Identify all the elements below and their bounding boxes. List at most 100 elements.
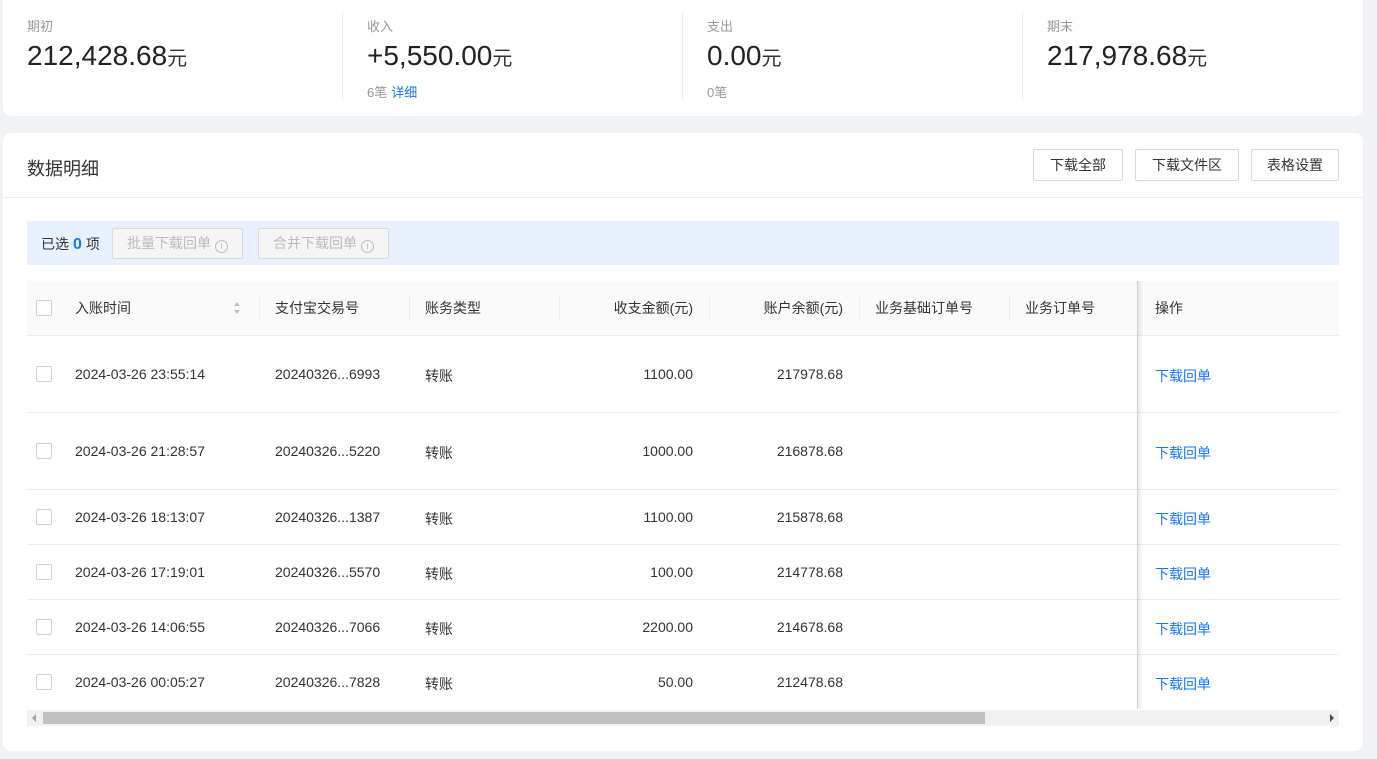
cell-time: 2024-03-26 18:13:07 bbox=[75, 509, 205, 525]
stat-unit: 元 bbox=[167, 48, 188, 70]
row-checkbox[interactable] bbox=[36, 366, 52, 382]
sort-icon[interactable] bbox=[233, 301, 241, 315]
download-receipt-link[interactable]: 下载回单 bbox=[1155, 443, 1211, 463]
stat-amount: 212,428.68 bbox=[27, 40, 168, 71]
download-receipt-link[interactable]: 下载回单 bbox=[1155, 674, 1211, 694]
stat-income: 收入 +5,550.00元 6笔 详细 bbox=[343, 0, 683, 116]
row-checkbox[interactable] bbox=[36, 509, 52, 525]
income-detail-link[interactable]: 详细 bbox=[391, 85, 417, 100]
stat-expense: 支出 0.00元 0笔 bbox=[683, 0, 1023, 116]
column-separator bbox=[259, 296, 260, 320]
cell-type: 转账 bbox=[425, 445, 453, 461]
stat-label: 收入 bbox=[367, 19, 394, 34]
scroll-thumb[interactable] bbox=[43, 712, 985, 724]
stat-value: 217,978.68元 bbox=[1047, 40, 1207, 72]
stat-value: +5,550.00元 bbox=[367, 40, 512, 72]
selection-summary: 已选 0 项 bbox=[41, 234, 100, 254]
cell-balance: 214678.68 bbox=[776, 619, 843, 635]
stat-amount: +5,550.00 bbox=[367, 40, 493, 71]
column-header: 业务订单号 bbox=[1025, 300, 1095, 316]
cell-amount: 100.00 bbox=[650, 564, 693, 580]
cell-balance: 212478.68 bbox=[776, 674, 843, 690]
selection-suffix: 项 bbox=[85, 236, 100, 252]
selection-bar: 已选 0 项 批量下载回单 i 合并下载回单 i bbox=[27, 221, 1339, 265]
stat-opening: 期初 212,428.68元 bbox=[3, 0, 343, 116]
stat-sub: 6笔 详细 bbox=[367, 82, 417, 101]
selection-prefix: 已选 bbox=[41, 236, 69, 252]
scroll-left-icon[interactable] bbox=[32, 714, 36, 722]
column-header: 操作 bbox=[1155, 300, 1183, 316]
column-separator bbox=[1009, 296, 1010, 320]
stat-label: 期末 bbox=[1047, 19, 1074, 34]
column-header: 账务类型 bbox=[425, 300, 481, 316]
select-all-checkbox[interactable] bbox=[36, 300, 52, 316]
stat-sub: 0笔 bbox=[707, 82, 727, 101]
stat-unit: 元 bbox=[1187, 48, 1208, 70]
stat-count: 6笔 bbox=[367, 85, 388, 100]
cell-amount: 1100.00 bbox=[643, 366, 693, 382]
row-checkbox[interactable] bbox=[36, 674, 52, 690]
cell-balance: 214778.68 bbox=[776, 564, 843, 580]
cell-amount: 1000.00 bbox=[642, 443, 693, 459]
merge-download-label: 合并下载回单 bbox=[273, 235, 357, 251]
download-receipt-link[interactable]: 下载回单 bbox=[1155, 366, 1211, 386]
cell-balance: 217978.68 bbox=[776, 366, 843, 382]
batch-download-button[interactable]: 批量下载回单 i bbox=[112, 228, 243, 259]
fixed-column-shadow bbox=[1137, 281, 1143, 709]
row-checkbox[interactable] bbox=[36, 564, 52, 580]
info-icon: i bbox=[215, 240, 228, 253]
stat-value: 0.00元 bbox=[707, 40, 782, 72]
cell-trade-no: 20240326...7828 bbox=[275, 674, 381, 690]
column-header: 收支金额(元) bbox=[613, 300, 693, 316]
cell-amount: 1100.00 bbox=[643, 509, 693, 525]
download-receipt-link[interactable]: 下载回单 bbox=[1155, 564, 1211, 584]
cell-trade-no: 20240326...7066 bbox=[275, 619, 381, 635]
row-checkbox[interactable] bbox=[36, 443, 52, 459]
cell-trade-no: 20240326...6993 bbox=[275, 366, 381, 382]
cell-type: 转账 bbox=[425, 621, 453, 637]
scroll-right-icon[interactable] bbox=[1330, 714, 1334, 722]
column-separator bbox=[409, 296, 410, 320]
cell-balance: 215878.68 bbox=[776, 509, 843, 525]
download-receipt-link[interactable]: 下载回单 bbox=[1155, 509, 1211, 529]
column-header: 账户余额(元) bbox=[763, 300, 843, 316]
stat-unit: 元 bbox=[761, 48, 782, 70]
transactions-table: 入账时间 支付宝交易号 账务类型 收支金额(元) 账户余额(元) 业务基础订单号… bbox=[27, 281, 1339, 709]
divider bbox=[3, 197, 1363, 198]
cell-balance: 216878.68 bbox=[776, 443, 843, 459]
cell-type: 转账 bbox=[425, 511, 453, 527]
cell-time: 2024-03-26 23:55:14 bbox=[75, 366, 205, 382]
merge-download-button[interactable]: 合并下载回单 i bbox=[258, 228, 389, 259]
table-settings-button[interactable]: 表格设置 bbox=[1251, 149, 1339, 181]
column-header: 支付宝交易号 bbox=[275, 300, 359, 316]
summary-panel: 期初 212,428.68元 收入 +5,550.00元 6笔 详细 支出 0.0… bbox=[3, 0, 1363, 116]
info-icon: i bbox=[361, 240, 374, 253]
column-header: 业务基础订单号 bbox=[875, 300, 973, 316]
stat-count: 0笔 bbox=[707, 85, 728, 100]
stat-unit: 元 bbox=[492, 48, 513, 70]
row-checkbox[interactable] bbox=[36, 619, 52, 635]
stat-amount: 0.00 bbox=[707, 40, 762, 71]
cell-time: 2024-03-26 17:19:01 bbox=[75, 564, 205, 580]
stat-value: 212,428.68元 bbox=[27, 40, 187, 72]
section-title: 数据明细 bbox=[27, 159, 99, 179]
column-header[interactable]: 入账时间 bbox=[75, 281, 131, 336]
cell-time: 2024-03-26 14:06:55 bbox=[75, 619, 205, 635]
cell-trade-no: 20240326...1387 bbox=[275, 509, 381, 525]
cell-trade-no: 20240326...5220 bbox=[275, 443, 381, 459]
detail-card: 数据明细 下载全部 下载文件区 表格设置 已选 0 项 批量下载回单 i 合并下载回单… bbox=[3, 133, 1363, 751]
stat-amount: 217,978.68 bbox=[1047, 40, 1188, 71]
cell-type: 转账 bbox=[425, 566, 453, 582]
cell-type: 转账 bbox=[425, 368, 453, 384]
stat-closing: 期末 217,978.68元 bbox=[1023, 0, 1363, 116]
column-separator bbox=[859, 296, 860, 320]
horizontal-scrollbar[interactable] bbox=[27, 710, 1339, 726]
cell-amount: 2200.00 bbox=[642, 619, 693, 635]
cell-type: 转账 bbox=[425, 676, 453, 692]
cell-amount: 50.00 bbox=[657, 674, 693, 690]
cell-trade-no: 20240326...5570 bbox=[275, 564, 381, 580]
batch-download-label: 批量下载回单 bbox=[127, 235, 211, 251]
download-area-button[interactable]: 下载文件区 bbox=[1135, 149, 1239, 181]
download-all-button[interactable]: 下载全部 bbox=[1033, 149, 1123, 181]
download-receipt-link[interactable]: 下载回单 bbox=[1155, 619, 1211, 639]
